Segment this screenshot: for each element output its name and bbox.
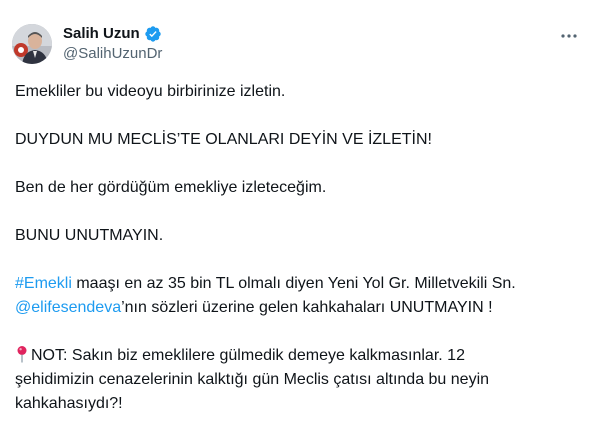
tweet-paragraph: DUYDUN MU MECLİS’TE OLANLARI DEYİN VE İZ…: [15, 131, 432, 148]
tweet-text-segment: NOT: Sakın biz emeklilere gülmedik demey…: [31, 347, 465, 364]
author-handle[interactable]: @SalihUzunDr: [63, 44, 162, 64]
tweet-paragraph: Emekliler bu videoyu birbirinize izletin…: [15, 83, 286, 100]
hashtag-link[interactable]: #Emekli: [15, 275, 72, 292]
author-name-text[interactable]: Salih Uzun: [63, 24, 140, 44]
more-options-button[interactable]: [557, 26, 581, 46]
verified-badge-icon: [144, 25, 162, 43]
tweet-text-segment: şehidimizin cenazelerinin kalktığı gün M…: [15, 371, 490, 388]
tweet-paragraph: #Emekli maaşı en az 35 bin TL olmalı diy…: [15, 272, 585, 320]
tweet-paragraph: NOT: Sakın biz emeklilere gülmedik demey…: [15, 344, 585, 416]
author-name[interactable]: Salih Uzun: [63, 24, 162, 44]
pin-icon: [15, 345, 29, 363]
tweet-card: Salih Uzun @SalihUzunDr Emekliler bu vid…: [0, 0, 597, 421]
avatar[interactable]: [12, 24, 52, 64]
tweet-paragraph: BUNU UNUTMAYIN.: [15, 227, 164, 244]
tweet-text-segment: kahkahasıydı?!: [15, 395, 123, 412]
tweet-paragraph: Ben de her gördüğüm emekliye izleteceğim…: [15, 179, 327, 196]
tweet-text-segment: ’nın sözleri üzerine gelen kahkahaları U…: [121, 299, 493, 316]
mention-link[interactable]: @elifesendeva: [15, 299, 121, 316]
tweet-text-segment: maaşı en az 35 bin TL olmalı diyen Yeni …: [71, 275, 516, 292]
tweet-text: Emekliler bu videoyu birbirinize izletin…: [15, 80, 585, 416]
more-dots-icon: [561, 34, 577, 38]
